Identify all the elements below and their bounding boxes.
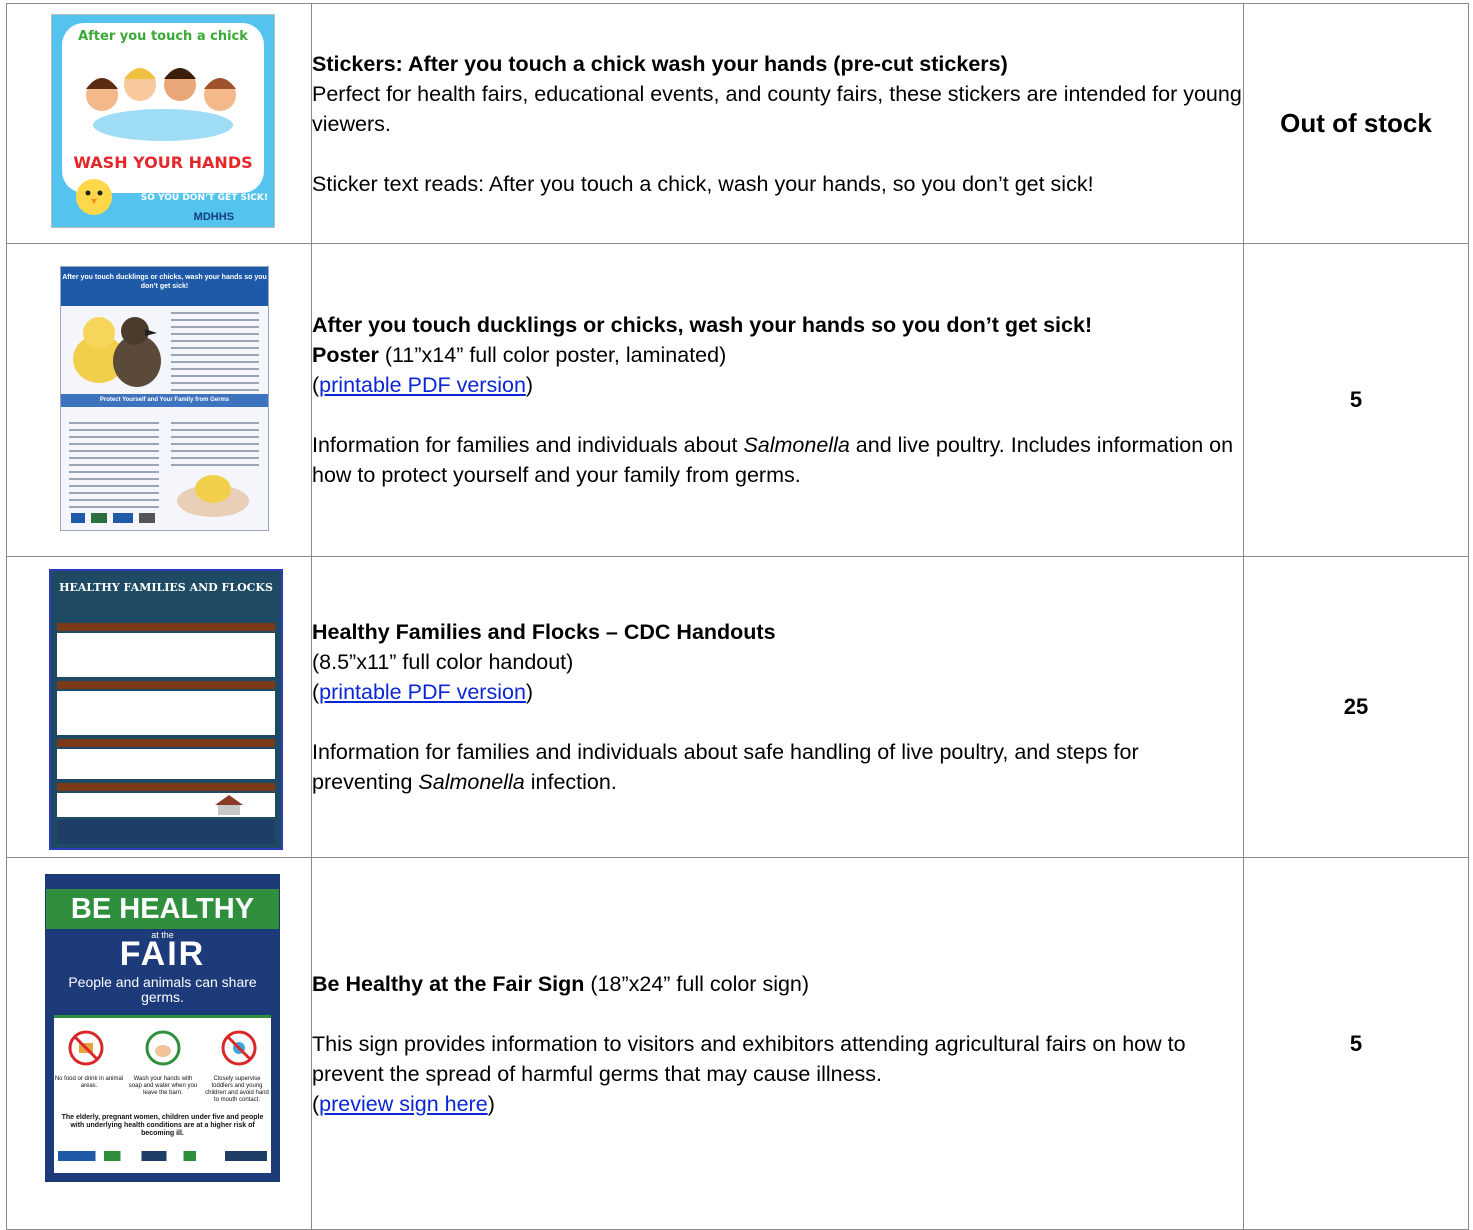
sticker-thumbnail: After you touch a chick WASH YOUR HANDS … [51, 14, 275, 228]
fair-sign-fair: FAIR [119, 935, 206, 973]
sticker-line-1: After you touch a chick [78, 29, 248, 44]
product-desc: Sticker text reads: After you touch a ch… [312, 171, 1094, 196]
mdhhs-logo: MDHHS [193, 211, 234, 223]
product-size: (8.5”x11” full color handout) [312, 650, 574, 674]
product-title: Stickers: After you touch a chick wash y… [312, 51, 1008, 76]
paren-close: ) [487, 1091, 495, 1116]
paren-close: ) [525, 373, 534, 397]
chick-icon [76, 179, 112, 215]
desc-emphasis: Salmonella [418, 770, 525, 794]
handout-band [57, 783, 275, 791]
product-title: Healthy Families and Flocks – CDC Handou… [312, 620, 776, 644]
product-table: After you touch a chick WASH YOUR HANDS … [6, 3, 1469, 1230]
table-row: After you touch a chick WASH YOUR HANDS … [6, 3, 1469, 244]
poster-dont-list [171, 417, 259, 471]
fair-sign-thumbnail: BE HEALTHY at the FAIR People and animal… [45, 874, 280, 1182]
product-desc: Information for families and individuals… [312, 430, 1243, 490]
handout-band [57, 623, 275, 631]
product-description: After you touch ducklings or chicks, was… [311, 243, 1244, 557]
desc-emphasis: Salmonella [743, 433, 850, 457]
product-desc: Information for families and individuals… [312, 737, 1243, 797]
product-image-cell: After you touch ducklings or chicks, was… [6, 243, 312, 557]
product-title: Be Healthy at the Fair Sign [312, 971, 585, 996]
desc-text: infection. [524, 770, 617, 794]
poster-section-bar: Protect Yourself and Your Family from Ge… [61, 394, 268, 407]
product-title-poster: Poster [312, 343, 379, 367]
product-title: After you touch ducklings or chicks, was… [312, 313, 1093, 337]
paren-close: ) [525, 680, 534, 704]
chick-and-duckling-image [73, 317, 161, 387]
product-image-cell: HEALTHY FAMILIES AND FLOCKS [6, 556, 312, 858]
sponsor-logos [58, 1151, 267, 1161]
product-image-cell: BE HEALTHY at the FAIR People and animal… [6, 857, 312, 1230]
table-row: BE HEALTHY at the FAIR People and animal… [6, 857, 1469, 1230]
poster-thumbnail: After you touch ducklings or chicks, was… [60, 266, 269, 531]
fair-caption: Closely supervise toddlers and young chi… [205, 1076, 269, 1103]
table-row: HEALTHY FAMILIES AND FLOCKS Healthy Fami… [6, 556, 1469, 858]
product-size: (11”x14” full color poster, laminated) [378, 343, 727, 367]
printable-pdf-link[interactable]: printable PDF version [319, 373, 526, 397]
quantity-cell: 5 [1243, 857, 1469, 1230]
product-description: Be Healthy at the Fair Sign (18”x24” ful… [311, 857, 1244, 1230]
sticker-line-3: SO YOU DON’T GET SICK! [140, 193, 268, 203]
handout-thumbnail: HEALTHY FAMILIES AND FLOCKS [49, 569, 283, 850]
product-desc: This sign provides information to visito… [312, 1031, 1186, 1086]
product-image-cell: After you touch a chick WASH YOUR HANDS … [6, 3, 312, 244]
preview-sign-link[interactable]: preview sign here [319, 1092, 488, 1116]
product-size: (18”x24” full color sign) [584, 971, 810, 996]
handout-band [57, 739, 275, 747]
fair-sign-band: BE HEALTHY [46, 889, 279, 929]
printable-pdf-link[interactable]: printable PDF version [319, 680, 526, 704]
product-description: Stickers: After you touch a chick wash y… [311, 3, 1244, 244]
sticker-panel: After you touch a chick WASH YOUR HANDS [62, 23, 264, 193]
house-icon [215, 795, 243, 815]
desc-text: Information for families and individuals… [312, 433, 744, 457]
handout-band [57, 681, 275, 689]
fair-sign-card: No food or drink in animal areas. Wash y… [54, 1015, 271, 1173]
handout-section [57, 749, 275, 779]
product-description: Healthy Families and Flocks – CDC Handou… [311, 556, 1244, 858]
fair-sign-icons: No food or drink in animal areas. Wash y… [54, 1030, 271, 1103]
quantity-cell: 25 [1243, 556, 1469, 858]
table-row: After you touch ducklings or chicks, was… [6, 243, 1469, 557]
handout-section [57, 691, 275, 735]
handout-section [57, 633, 275, 677]
quantity-cell: Out of stock [1243, 3, 1469, 244]
product-desc: Perfect for health fairs, educational ev… [312, 81, 1242, 136]
hand-with-chick-image [177, 475, 249, 517]
agency-logos [71, 513, 155, 523]
fair-caption: No food or drink in animal areas. [54, 1076, 124, 1089]
handout-title: HEALTHY FAMILIES AND FLOCKS [59, 581, 273, 594]
no-food-icon [68, 1030, 104, 1066]
handout-footer [57, 820, 275, 844]
wash-hands-icon [145, 1030, 181, 1066]
fair-risk-note: The elderly, pregnant women, children un… [61, 1114, 264, 1137]
fair-caption: Wash your hands with soap and water when… [128, 1076, 198, 1096]
no-pacifier-icon [221, 1030, 257, 1066]
poster-header: After you touch ducklings or chicks, was… [61, 267, 268, 306]
fair-sign-subtitle: People and animals can share germs. [68, 974, 257, 1005]
poster-do-list [69, 417, 159, 513]
poster-bullets [171, 307, 259, 396]
children-washing-illustration [86, 68, 236, 141]
quantity-cell: 5 [1243, 243, 1469, 557]
sticker-line-2: WASH YOUR HANDS [73, 153, 253, 172]
